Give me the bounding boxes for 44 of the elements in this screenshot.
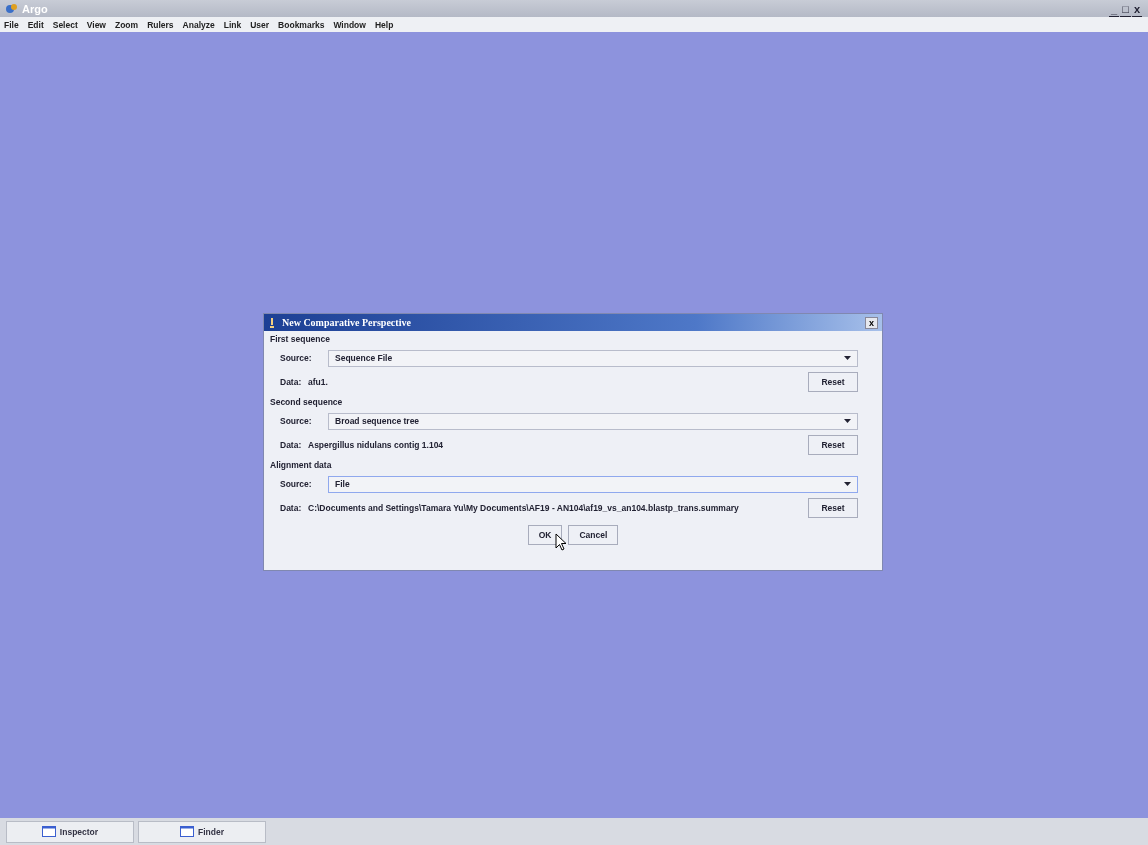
dialog-button[interactable]: OK	[527, 525, 563, 545]
data-value: Aspergillus nidulans contig 1.104	[308, 439, 445, 450]
menu-item[interactable]: Bookmarks	[278, 19, 325, 30]
dialog-button[interactable]: Cancel	[568, 525, 619, 545]
field-label: Source:	[280, 353, 313, 363]
reset-button[interactable]: Reset	[808, 371, 858, 392]
dropdown-caret-icon	[844, 419, 851, 423]
source-dropdown[interactable]: Broad sequence tree	[328, 412, 858, 430]
app-icon	[6, 3, 18, 14]
menu-item[interactable]: Window	[333, 19, 366, 30]
window-icon	[41, 826, 56, 837]
section-heading: Second sequence	[270, 397, 344, 407]
taskbar-button[interactable]: Inspector	[6, 820, 134, 843]
source-dropdown[interactable]: Sequence File	[328, 349, 858, 367]
dialog-title: New Comparative Perspective	[282, 317, 411, 328]
menu-item[interactable]: Analyze	[182, 19, 215, 30]
field-label: Source:	[280, 416, 313, 426]
menu-item[interactable]: User	[250, 19, 270, 30]
close-button[interactable]: x	[865, 316, 878, 329]
menu-item[interactable]: Edit	[27, 19, 44, 30]
reset-button[interactable]: Reset	[808, 497, 858, 518]
menu-item[interactable]: Rulers	[147, 19, 174, 30]
data-value: C:\Documents and Settings\Tamara Yu\My Documents\AF19 - AN104\af19_vs_an104.blastp_trans.summary	[308, 502, 740, 513]
dropdown-caret-icon	[844, 356, 851, 360]
field-label: Data:	[280, 439, 303, 450]
menu-item[interactable]: View	[86, 19, 106, 30]
field-label: Source:	[280, 479, 313, 489]
source-dropdown[interactable]: File	[328, 475, 858, 493]
taskbar-button[interactable]: Finder	[138, 820, 266, 843]
window-icon	[180, 826, 194, 837]
menu-item[interactable]: File	[4, 19, 19, 30]
data-value: afu1.	[308, 376, 329, 387]
reset-button[interactable]: Reset	[808, 434, 858, 455]
menu-item[interactable]: Help	[374, 19, 394, 30]
menu-item[interactable]: Zoom	[115, 19, 139, 30]
mouse-cursor-icon	[555, 533, 567, 551]
field-label: Data:	[280, 376, 303, 387]
menu-item[interactable]: Link	[223, 19, 242, 30]
dropdown-caret-icon	[844, 482, 851, 486]
field-label: Data:	[280, 502, 303, 513]
section-heading: First sequence	[270, 334, 331, 344]
menu-item[interactable]: Select	[52, 19, 78, 30]
section-heading: Alignment data	[270, 460, 333, 470]
window-title: Argo	[22, 2, 48, 15]
